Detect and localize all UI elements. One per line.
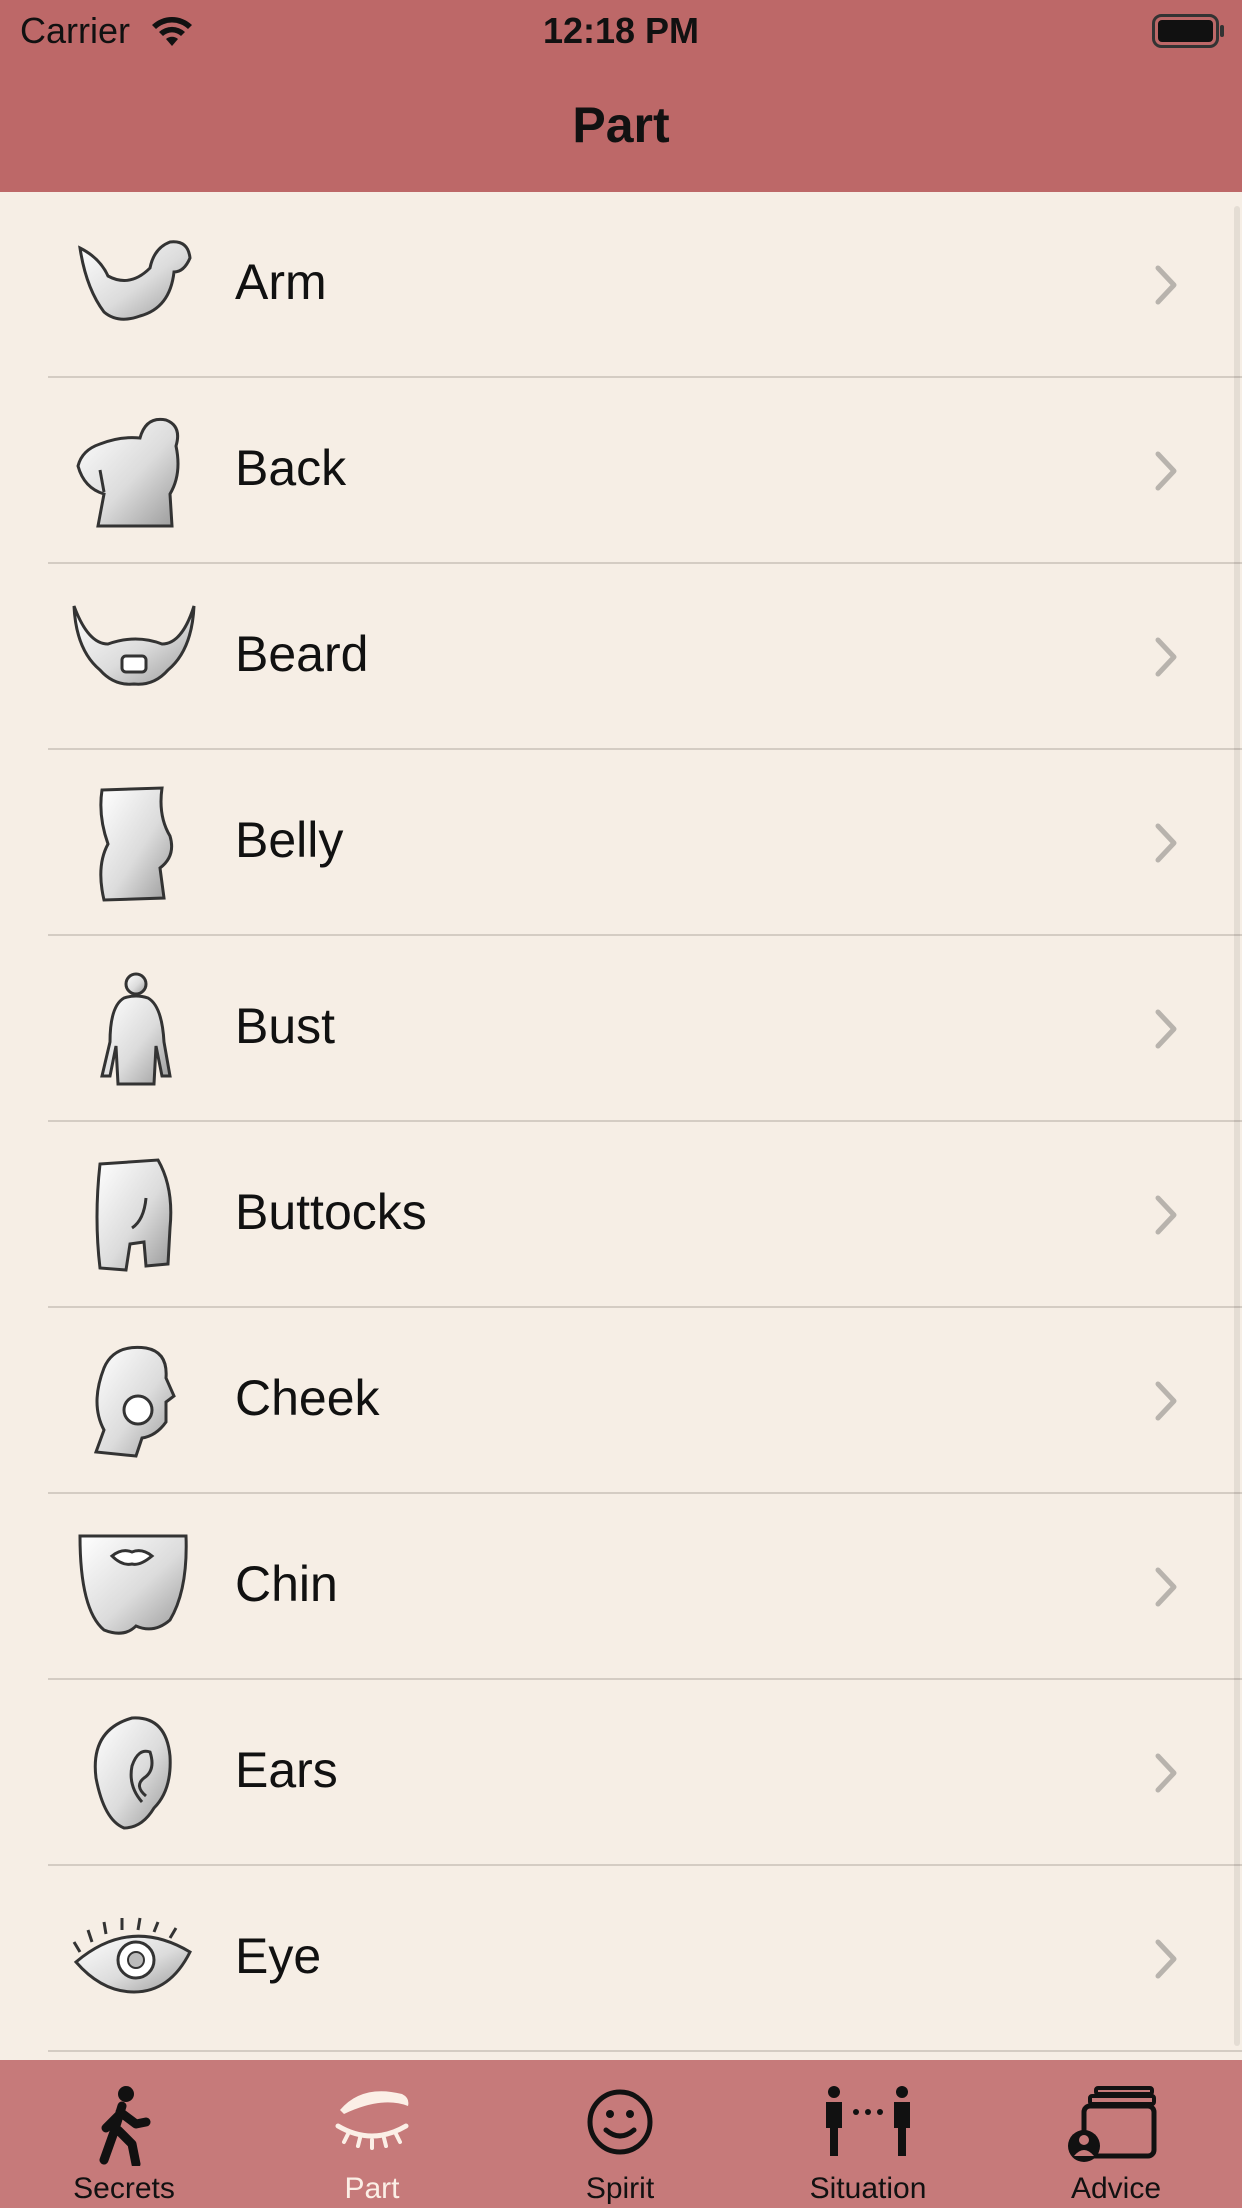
list-item-label: Chin [235,1556,338,1612]
tab-label: Advice [1070,2172,1162,2205]
list-item-cheek[interactable]: Cheek [0,1308,1242,1494]
tab-situation[interactable]: Situation [744,2060,992,2208]
chevron-right-icon [1155,1939,1177,1979]
list-item-bust[interactable]: Bust [0,936,1242,1122]
list-item-arm[interactable]: Arm [0,192,1242,378]
beard-icon [72,605,196,686]
chevron-right-icon [1155,823,1177,863]
chevron-right-icon [1155,1753,1177,1793]
status-time: 12:18 PM [542,10,700,51]
page-title: Part [572,97,670,153]
list-item-label: Arm [235,254,327,310]
tab-part[interactable]: Part [248,2060,496,2208]
two-people-icon [826,2086,910,2156]
tab-secrets[interactable]: Secrets [0,2060,248,2208]
tab-label: Secrets [73,2172,175,2205]
battery-icon [1152,14,1224,48]
tab-spirit[interactable]: Spirit [496,2060,744,2208]
arm-icon [78,240,192,321]
walking-person-icon [99,2086,151,2166]
navigation-header: Carrier 12:18 PM Part [0,0,1242,192]
chevron-right-icon [1155,265,1177,305]
list-item-buttocks[interactable]: Buttocks [0,1122,1242,1308]
list-item-label: Beard [235,626,369,682]
list-item-label: Bust [235,998,336,1054]
list-item-beard[interactable]: Beard [0,564,1242,750]
ear-icon [93,1716,172,1830]
list-item-label: Buttocks [235,1184,427,1240]
chevron-right-icon [1155,451,1177,491]
list-item-label: Eye [235,1928,322,1984]
list-item-label: Ears [235,1742,338,1798]
list-item-label: Belly [235,812,344,868]
list-item-ears[interactable]: Ears [0,1680,1242,1866]
bust-icon [100,972,172,1086]
chin-icon [78,1534,188,1635]
belly-icon [99,786,174,902]
chevron-right-icon [1155,1195,1177,1235]
smiley-icon [587,2089,653,2155]
back-icon [76,417,180,528]
list-item-label: Back [235,440,347,496]
chevron-right-icon [1155,637,1177,677]
list-item-label: Cheek [235,1370,380,1426]
list-item-belly[interactable]: Belly [0,750,1242,936]
tab-bar: Secrets Part Spirit Situation Advice [0,2060,1242,2208]
chevron-right-icon [1155,1381,1177,1421]
chevron-right-icon [1155,1567,1177,1607]
list-item-chin[interactable]: Chin [0,1494,1242,1680]
eyelash-icon [335,2091,409,2150]
list-item-eye[interactable]: Eye [0,1866,1242,2052]
tab-label: Situation [809,2172,927,2205]
cards-person-icon [1068,2086,1157,2162]
scroll-indicator[interactable] [1234,206,1240,2046]
tab-label: Spirit [585,2172,655,2205]
cheek-icon [93,1345,176,1458]
body-part-list[interactable]: Arm Back Beard Belly Bust Buttocks Cheek… [0,192,1242,2060]
tab-advice[interactable]: Advice [992,2060,1240,2208]
eye-icon [72,1917,192,1994]
list-item-back[interactable]: Back [0,378,1242,564]
tab-label: Part [344,2172,400,2205]
chevron-right-icon [1155,1009,1177,1049]
buttocks-icon [95,1158,173,1272]
